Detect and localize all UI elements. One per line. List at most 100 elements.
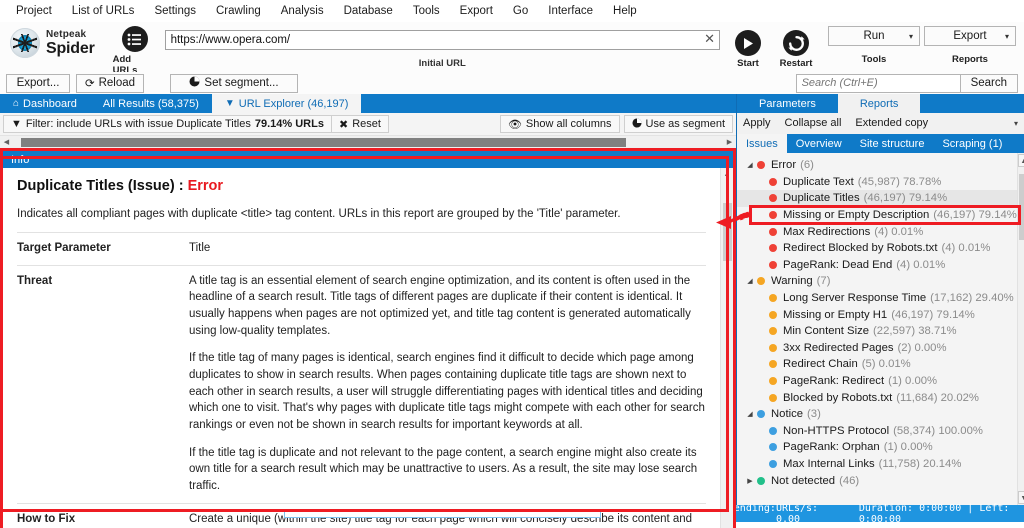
scroll-up-icon[interactable]: ▲ [724, 168, 731, 181]
filter-percent: 79.14% URLs [254, 118, 324, 130]
issue-row[interactable]: PageRank: Dead End (4) 0.01% [737, 257, 1017, 274]
issue-label: Redirect Chain [783, 358, 858, 371]
issue-row[interactable]: Max Internal Links (11,758) 20.14% [737, 456, 1017, 473]
menu-item-help[interactable]: Help [603, 2, 647, 20]
scroll-up-icon-sidebar[interactable]: ▲ [1018, 154, 1024, 167]
tab-all-results[interactable]: All Results (58,375) [90, 94, 212, 113]
issue-group-row[interactable]: ◢ Warning (7) [737, 273, 1017, 290]
add-urls-icon [121, 26, 148, 52]
clear-url-icon[interactable]: ✕ [704, 32, 715, 46]
eye-icon: 👁 [507, 118, 522, 131]
tab-reports[interactable]: Reports [837, 94, 921, 113]
table-horizontal-scrollbar[interactable]: ◀ ▶ [0, 135, 736, 149]
sidebar-scroll-thumb[interactable] [1019, 174, 1024, 240]
sidebar-vertical-scrollbar[interactable]: ▲ ▼ [1016, 153, 1024, 505]
issue-label: Min Content Size [783, 325, 870, 338]
info-scroll-thumb[interactable] [722, 203, 732, 261]
info-vertical-scrollbar[interactable]: ▲ ▼ [720, 168, 733, 528]
menu-item-go[interactable]: Go [503, 2, 538, 20]
menu-item-crawling[interactable]: Crawling [206, 2, 271, 20]
chevron-down-icon-2[interactable]: ▾ [1005, 32, 1009, 41]
sidebar-tabs: Parameters Reports [737, 94, 1024, 113]
main-area: ⌂ Dashboard All Results (58,375) ▼ URL E… [0, 94, 1024, 528]
apply-button[interactable]: Apply [743, 117, 771, 129]
scroll-left-icon[interactable]: ◀ [0, 138, 13, 146]
reload-button[interactable]: ⟳ Reload [76, 73, 144, 93]
issue-count: (4) 0.01% [941, 242, 991, 255]
subtab-issues[interactable]: Issues [737, 134, 787, 153]
subtab-site-structure[interactable]: Site structure [851, 134, 934, 153]
menu-item-list-of-urls[interactable]: List of URLs [62, 2, 145, 20]
issue-row[interactable]: Missing or Empty H1 (46,197) 79.14% [737, 306, 1017, 323]
menu-item-tools[interactable]: Tools [403, 2, 450, 20]
tab-parameters[interactable]: Parameters [737, 94, 838, 113]
issue-row[interactable]: PageRank: Orphan (1) 0.00% [737, 439, 1017, 456]
issue-row[interactable]: Min Content Size (22,597) 38.71% [737, 323, 1017, 340]
initial-url-input[interactable] [164, 30, 720, 50]
severity-dot-blue-icon [769, 426, 777, 435]
filter-text: Filter: include URLs with issue Duplicat… [25, 118, 251, 130]
export-dropdown-button[interactable]: Export ▾ [924, 26, 1016, 46]
issue-row[interactable]: Redirect Chain (5) 0.01% [737, 356, 1017, 373]
collapse-icon[interactable]: ◢ [745, 277, 755, 285]
issue-row[interactable]: 3xx Redirected Pages (2) 0.00% [737, 340, 1017, 357]
info-row-key: Target Parameter [17, 232, 189, 266]
issue-row[interactable]: Duplicate Text (45,987) 78.78% [737, 174, 1017, 191]
issue-row[interactable]: Max Redirections (4) 0.01% [737, 223, 1017, 240]
search-button[interactable]: Search [960, 73, 1018, 93]
severity-dot-red-icon [757, 161, 765, 170]
issue-row[interactable]: Long Server Response Time (17,162) 29.40% [737, 290, 1017, 307]
sidebar-overflow-icon[interactable]: ▾ [1014, 119, 1018, 128]
collapse-all-button[interactable]: Collapse all [785, 117, 842, 129]
chevron-down-icon[interactable]: ▾ [909, 32, 913, 41]
issue-row[interactable]: Redirect Blocked by Robots.txt (4) 0.01% [737, 240, 1017, 257]
menu-item-export[interactable]: Export [450, 2, 503, 20]
subtab-scraping[interactable]: Scraping (1) [933, 134, 1011, 153]
issue-row[interactable]: Missing or Empty Description (46,197) 79.… [737, 207, 1017, 224]
menu-item-settings[interactable]: Settings [144, 2, 206, 20]
run-dropdown-button[interactable]: Run ▾ [828, 26, 920, 46]
search-input[interactable] [795, 73, 961, 93]
issue-row[interactable]: Non-HTTPS Protocol (58,374) 100.00% [737, 423, 1017, 440]
hscroll-track[interactable] [13, 135, 723, 149]
menu-item-project[interactable]: Project [6, 2, 62, 20]
sidebar-scroll-track[interactable] [1017, 168, 1024, 490]
restart-button[interactable]: Restart [774, 30, 818, 69]
tab-url-explorer[interactable]: ▼ URL Explorer (46,197) [211, 94, 362, 113]
issue-row[interactable]: Duplicate Titles (46,197) 79.14% [737, 190, 1017, 207]
issue-row[interactable]: Blocked by Robots.txt (11,684) 20.02% [737, 389, 1017, 406]
severity-dot-orange-icon [769, 310, 777, 319]
add-urls-button[interactable]: Add URLs [113, 26, 157, 76]
menu-item-interface[interactable]: Interface [538, 2, 603, 20]
play-icon [735, 30, 761, 56]
tools-group: Run ▾ Tools [828, 26, 920, 65]
info-paragraph: Title [189, 242, 211, 254]
reset-filter-button[interactable]: ✖ Reset [330, 115, 389, 133]
export-button[interactable]: Export... [6, 73, 70, 93]
menu-item-database[interactable]: Database [334, 2, 403, 20]
menu-item-analysis[interactable]: Analysis [271, 2, 334, 20]
issue-group-row[interactable]: ◢ Notice (3) [737, 406, 1017, 423]
tab-dashboard[interactable]: ⌂ Dashboard [0, 94, 90, 113]
extended-copy-button[interactable]: Extended copy [855, 117, 928, 129]
progress-bar-fill [284, 510, 601, 517]
issue-label: Max Internal Links [783, 457, 875, 470]
collapse-icon[interactable]: ◢ [745, 161, 755, 169]
set-segment-button[interactable]: Set segment... [170, 73, 298, 93]
hscroll-thumb[interactable] [21, 137, 626, 147]
sidebar-toolbar: Apply Collapse all Extended copy ▾ [737, 113, 1024, 133]
info-scroll-track[interactable] [720, 181, 733, 528]
issue-label: 3xx Redirected Pages [783, 341, 894, 354]
subtab-overview[interactable]: Overview [787, 134, 851, 153]
use-as-segment-button[interactable]: Use as segment [623, 115, 733, 133]
collapse-icon[interactable]: ◢ [745, 410, 755, 418]
info-paragraph: A title tag is an essential element of s… [189, 274, 691, 337]
issue-group-row[interactable]: ▶ Not detected (46) [737, 472, 1017, 489]
filter-description[interactable]: ▼ Filter: include URLs with issue Duplic… [3, 115, 331, 133]
issue-row[interactable]: PageRank: Redirect (1) 0.00% [737, 373, 1017, 390]
show-all-columns-button[interactable]: 👁 Show all columns [499, 115, 620, 133]
issue-group-row[interactable]: ◢ Error (6) [737, 157, 1017, 174]
expand-icon[interactable]: ▶ [745, 477, 755, 485]
scroll-right-icon[interactable]: ▶ [723, 138, 736, 146]
start-button[interactable]: Start [726, 30, 770, 69]
